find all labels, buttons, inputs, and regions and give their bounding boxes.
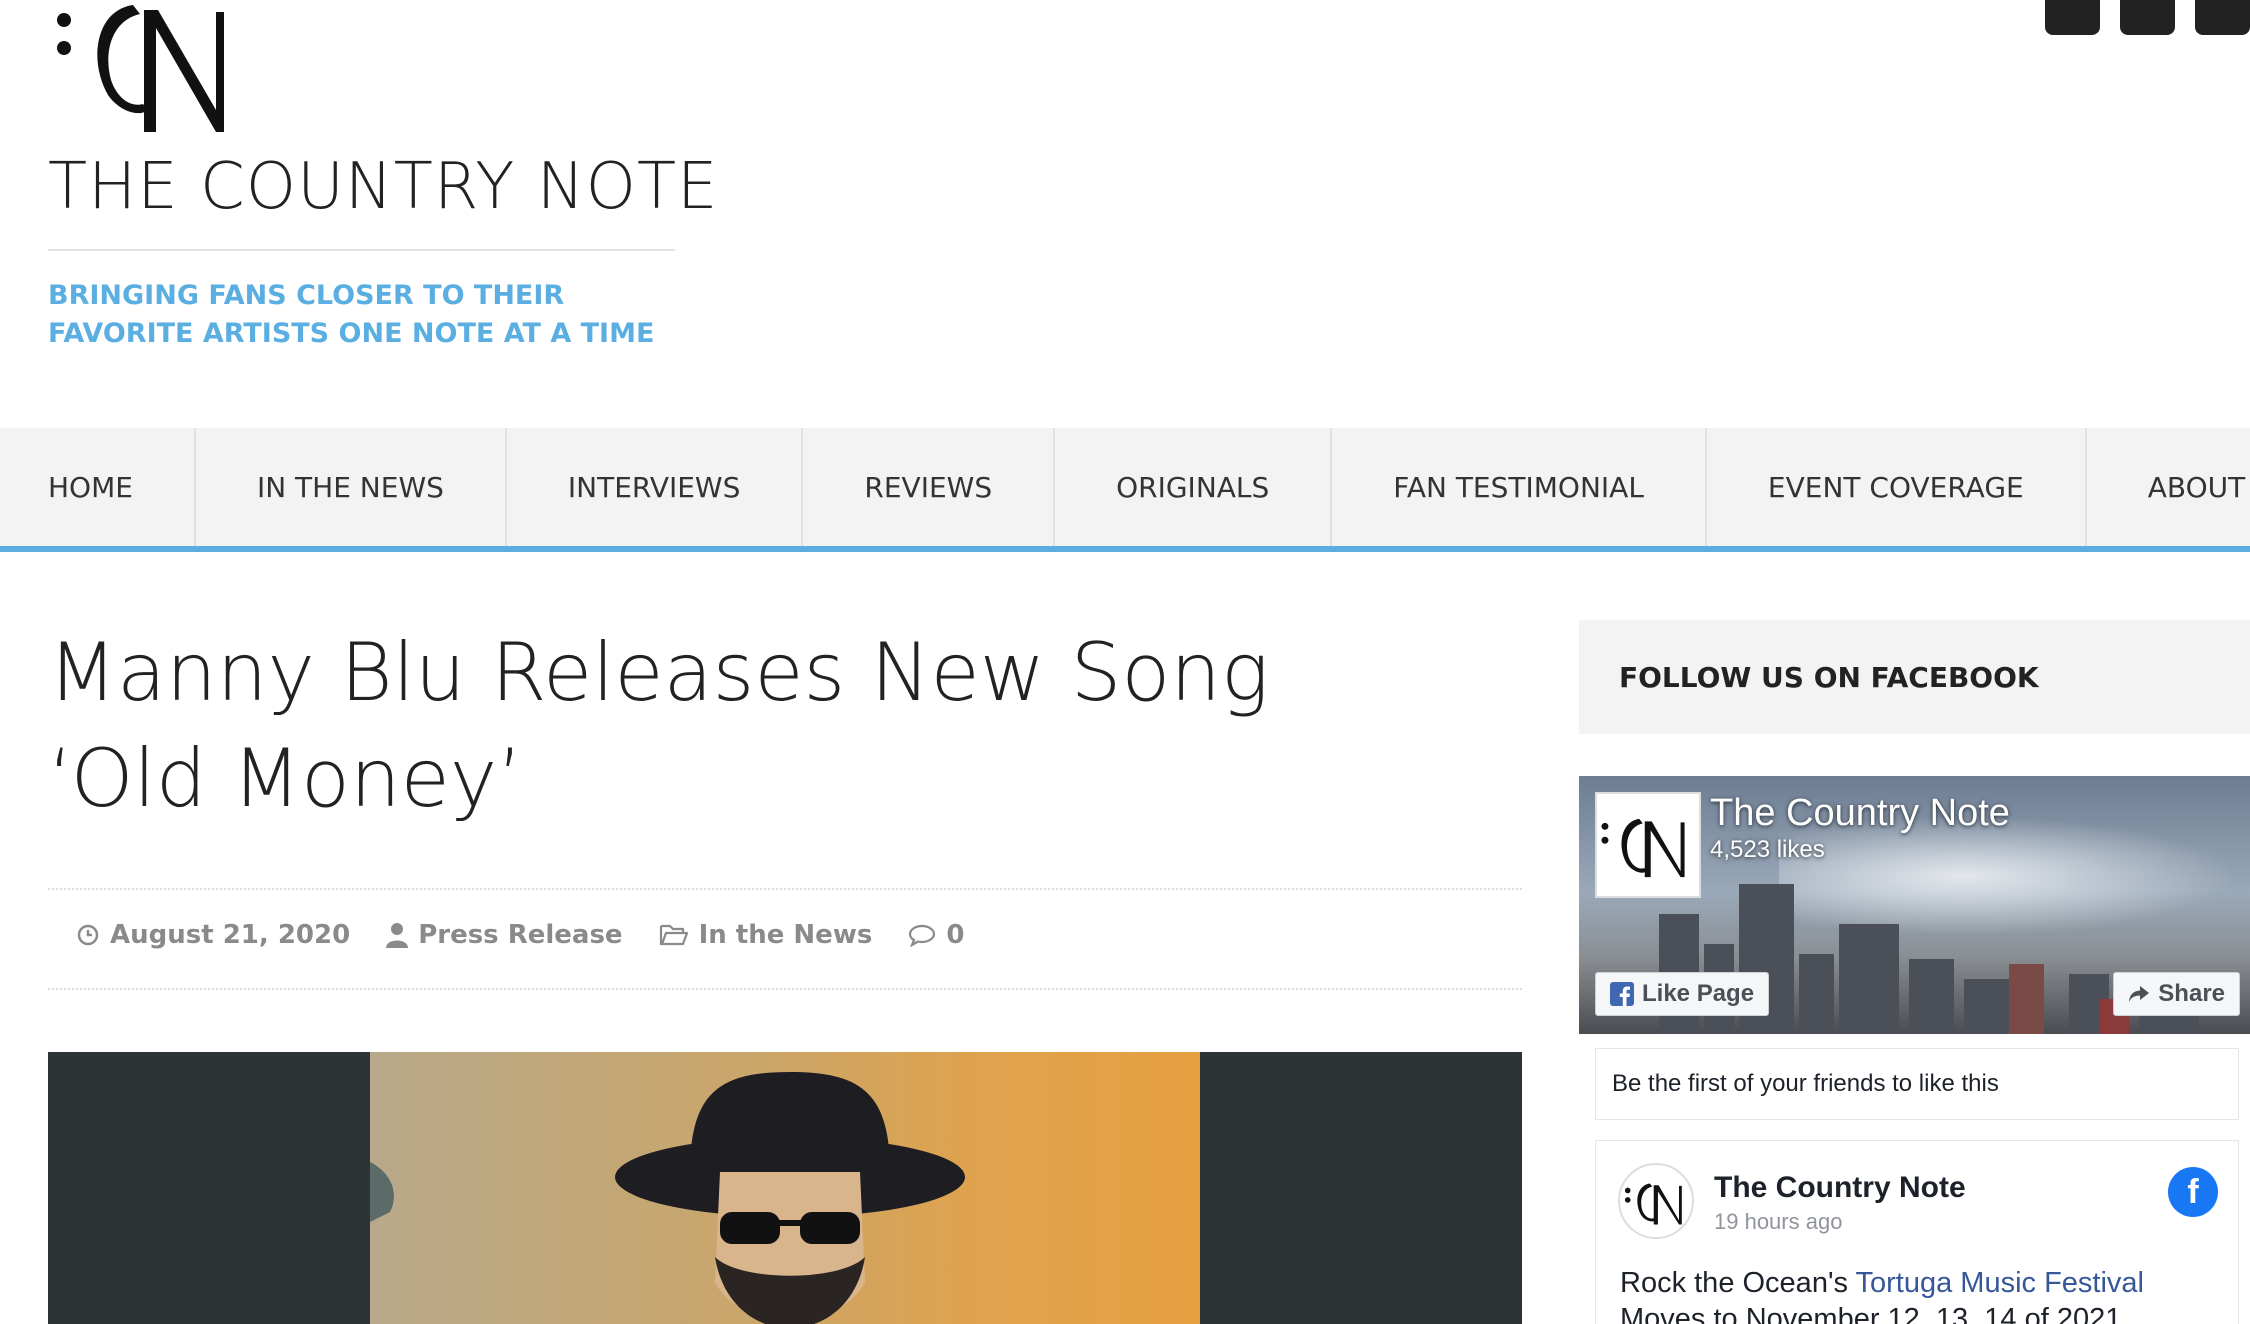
post-body: Rock the Ocean's Tortuga Music Festival …: [1620, 1265, 2220, 1324]
facebook-icon[interactable]: [2045, 0, 2100, 35]
cover-building: [1839, 924, 1899, 1034]
like-page-label: Like Page: [1642, 980, 1755, 1007]
folder-open-icon: [659, 924, 688, 946]
post-meta: August 21, 2020 Press Release In the New…: [76, 920, 964, 950]
nav-item-about-us[interactable]: ABOUT US: [2087, 428, 2250, 546]
facebook-page-plugin: The Country Note 4,523 likes Like Page S…: [1579, 776, 2250, 1324]
main-navigation: HOME IN THE NEWS INTERVIEWS REVIEWS ORIG…: [0, 428, 2250, 552]
facebook-logo-icon: f: [2168, 1167, 2218, 1217]
country-note-logo-icon: [57, 5, 224, 132]
cover-building: [2009, 964, 2044, 1034]
post-festival-link[interactable]: Tortuga Music Festival: [1856, 1267, 2145, 1299]
site-tagline: BRINGING FANS CLOSER TO THEIR FAVORITE A…: [48, 280, 655, 349]
featured-image[interactable]: [48, 1052, 1522, 1324]
post-date-text[interactable]: August 21, 2020: [110, 920, 350, 950]
meta-divider-top: [48, 888, 1522, 890]
user-icon: [386, 923, 409, 948]
nav-item-fan-testimonial[interactable]: FAN TESTIMONIAL: [1332, 428, 1707, 546]
nav-item-reviews[interactable]: REVIEWS: [803, 428, 1056, 546]
clock-icon: [77, 924, 99, 946]
facebook-cover-photo[interactable]: The Country Note 4,523 likes Like Page S…: [1579, 776, 2250, 1034]
site-title[interactable]: THE COUNTRY NOTE: [48, 150, 718, 224]
title-divider: [48, 249, 675, 251]
nav-item-interviews[interactable]: INTERVIEWS: [507, 428, 804, 546]
post-author: Press Release: [386, 920, 623, 950]
share-arrow-icon: [2129, 986, 2150, 1002]
instagram-icon[interactable]: [2120, 0, 2175, 35]
post-comments: 0: [908, 920, 964, 950]
post-author-name[interactable]: The Country Note: [1714, 1171, 1966, 1205]
album-artwork: [370, 1052, 1200, 1324]
post-text-prefix: Rock the Ocean's: [1620, 1267, 1856, 1299]
post-timestamp[interactable]: 19 hours ago: [1714, 1209, 1842, 1235]
comment-icon: [909, 924, 936, 947]
country-note-logo-icon: [1624, 1183, 1682, 1225]
facebook-icon: [1610, 982, 1634, 1006]
site-logo[interactable]: [48, 0, 253, 135]
post-author-link[interactable]: Press Release: [418, 920, 622, 950]
post-category: In the News: [659, 920, 873, 950]
post-category-link[interactable]: In the News: [699, 920, 873, 950]
nav-item-originals[interactable]: ORIGINALS: [1055, 428, 1333, 546]
post-comment-count[interactable]: 0: [946, 920, 964, 950]
facebook-post: The Country Note 19 hours ago f Rock the…: [1595, 1140, 2239, 1324]
share-button[interactable]: Share: [2113, 972, 2240, 1016]
facebook-like-count: 4,523 likes: [1710, 836, 1825, 863]
post-date: August 21, 2020: [76, 920, 350, 950]
facebook-friends-text: Be the first of your friends to like thi…: [1595, 1048, 2239, 1120]
nav-item-event-coverage[interactable]: EVENT COVERAGE: [1707, 428, 2087, 546]
cover-building: [1799, 954, 1834, 1034]
social-links: [2045, 0, 2250, 35]
widget-title-facebook: FOLLOW US ON FACEBOOK: [1579, 620, 2250, 734]
meta-divider-bottom: [48, 988, 1522, 990]
facebook-page-name[interactable]: The Country Note: [1710, 792, 2010, 835]
youtube-icon[interactable]: [2195, 0, 2250, 35]
share-label: Share: [2158, 980, 2225, 1007]
cover-building: [1909, 959, 1954, 1034]
facebook-page-avatar[interactable]: [1595, 792, 1701, 898]
artist-illustration: [370, 1072, 965, 1324]
like-page-button[interactable]: Like Page: [1595, 972, 1770, 1016]
nav-item-in-the-news[interactable]: IN THE NEWS: [196, 428, 507, 546]
post-author-avatar[interactable]: [1618, 1163, 1694, 1239]
nav-item-home[interactable]: HOME: [0, 428, 196, 546]
country-note-logo-icon: [1601, 818, 1685, 878]
post-text-line2: Moves to November 12, 13, 14 of 2021: [1620, 1303, 2122, 1324]
post-title: Manny Blu Releases New Song ‘Old Money’: [48, 626, 1270, 825]
